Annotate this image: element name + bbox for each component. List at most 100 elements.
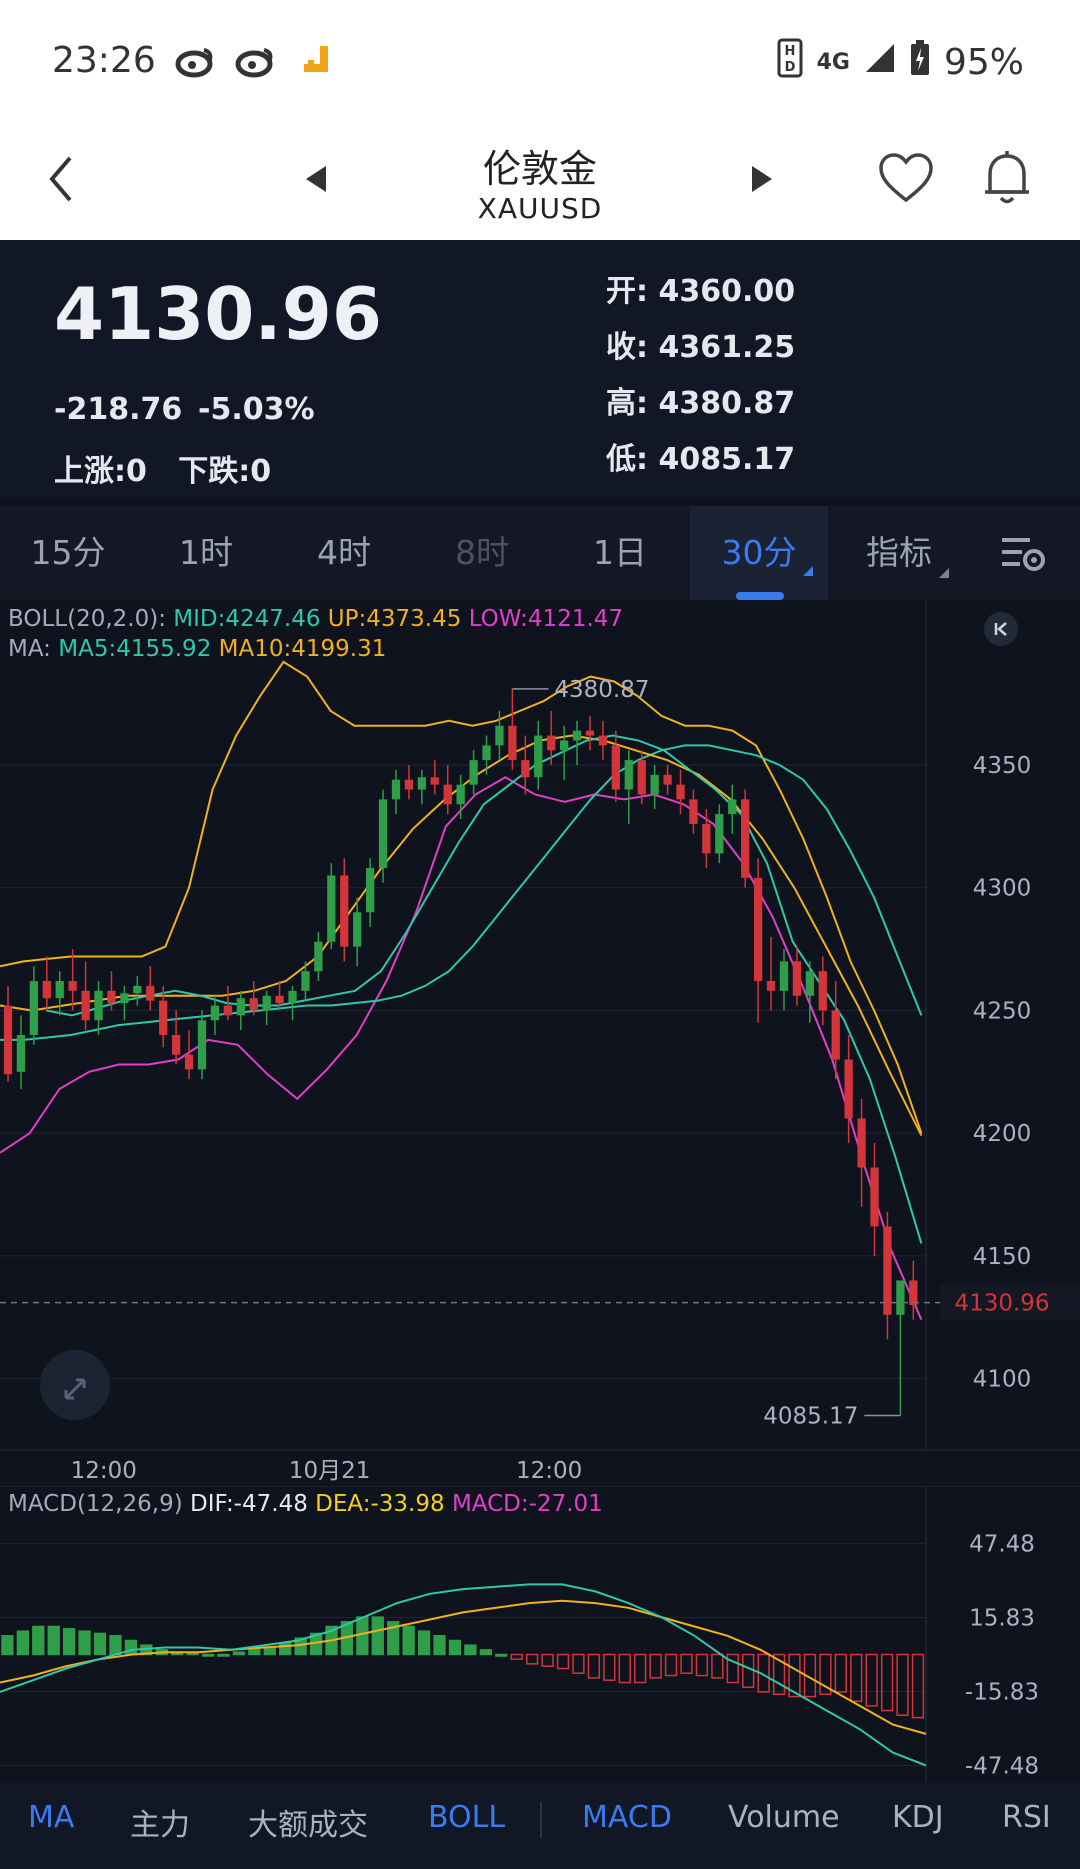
indicator-large-trades[interactable]: 大额成交	[248, 1800, 368, 1844]
macd-legend-macd: MACD:-27.01	[451, 1491, 603, 1517]
candle-body	[210, 1005, 220, 1021]
candle-body	[301, 971, 310, 991]
tab-15m[interactable]: 15分	[8, 506, 128, 600]
candle-body	[637, 760, 646, 795]
macd-histogram-bar	[1, 1635, 14, 1656]
battery-icon	[910, 40, 930, 85]
candle-body	[262, 995, 271, 1011]
weibo-icon	[174, 44, 284, 82]
candle-body	[585, 730, 595, 736]
candle-body	[430, 777, 439, 785]
high-label: 高:	[606, 386, 648, 421]
candle-body	[107, 990, 116, 1004]
candle-body	[327, 875, 336, 942]
tab-30m[interactable]: 30分	[690, 506, 828, 600]
indicator-rsi[interactable]: RSI	[1002, 1800, 1051, 1835]
battery-percent: 95%	[943, 42, 1024, 83]
tab-active-indicator	[736, 592, 784, 600]
macd-y-tick-label: -47.48	[965, 1753, 1039, 1779]
x-tick-label: 12:00	[71, 1458, 137, 1484]
macd-histogram-bar	[371, 1616, 384, 1656]
candle-body	[171, 1035, 181, 1055]
candle-body	[896, 1280, 905, 1315]
low-value: 4085.17	[658, 442, 796, 477]
macd-y-tick-label: 15.83	[969, 1606, 1035, 1632]
status-time: 23:26	[52, 40, 156, 81]
macd-histogram-bar	[78, 1630, 91, 1656]
indicator-macd[interactable]: MACD	[582, 1800, 672, 1835]
candle-body	[16, 1035, 26, 1072]
candle-body	[689, 799, 698, 824]
open-value: 4360.00	[658, 274, 796, 309]
macd-histogram-bar	[16, 1630, 29, 1656]
candle-body	[857, 1118, 866, 1168]
macd-legend: MACD(12,26,9) DIF:-47.48 DEA:-33.98 MACD…	[8, 1491, 603, 1517]
chart-settings-icon[interactable]	[1000, 534, 1048, 578]
macd-histogram-bar	[201, 1653, 215, 1657]
candle-body	[482, 745, 491, 761]
y-tick-label: 4300	[973, 876, 1032, 902]
candle-body	[753, 877, 763, 981]
tab-4h[interactable]: 4时	[284, 506, 404, 600]
candle-body	[741, 799, 750, 878]
current-price-label: 4130.96	[954, 1291, 1049, 1317]
price-change: -218.76	[54, 392, 183, 427]
main-chart[interactable]: 4350 4300 4250 4200 4150 4100 4130.96 4380.87 40…	[0, 600, 1080, 1486]
indicator-main-force[interactable]: 主力	[130, 1800, 190, 1844]
ma-legend-ma5: MA5:4155.92	[58, 636, 212, 662]
tab-1h[interactable]: 1时	[146, 506, 266, 600]
macd-histogram-bar	[62, 1628, 76, 1656]
candle-body	[3, 1005, 13, 1075]
tab-1d[interactable]: 1日	[560, 506, 680, 600]
boll-legend-low: LOW:4121.47	[468, 606, 624, 632]
macd-histogram-bar	[402, 1625, 415, 1656]
candle-body	[844, 1059, 853, 1119]
boll-legend-up: UP:4373.45	[327, 606, 462, 632]
tab-8h[interactable]: 8时	[422, 506, 542, 600]
candle-body	[883, 1226, 892, 1315]
indicator-boll[interactable]: BOLL	[428, 1800, 505, 1835]
macd-histogram-bar	[248, 1649, 261, 1656]
candle-body	[146, 985, 155, 1001]
candle-body	[611, 745, 620, 790]
candle-body	[249, 998, 258, 1011]
indicator-kdj[interactable]: KDJ	[892, 1800, 944, 1835]
x-tick-label: 12:00	[516, 1458, 582, 1484]
alert-bell-button[interactable]	[982, 150, 1032, 210]
x-tick-label: 10月21	[289, 1458, 371, 1484]
y-tick-label: 4100	[973, 1367, 1032, 1393]
network-label: 4G	[816, 50, 850, 75]
candle-body	[94, 990, 103, 1021]
macd-legend-name: MACD(12,26,9)	[8, 1491, 183, 1517]
indicator-ma[interactable]: MA	[28, 1800, 74, 1835]
candle-body	[184, 1054, 194, 1070]
macd-histogram-bar	[464, 1644, 477, 1656]
candle-body	[792, 961, 802, 996]
macd-histogram-bar	[356, 1616, 369, 1656]
ma-legend-ma10: MA10:4199.31	[218, 636, 387, 662]
candle-body	[456, 784, 465, 805]
tab-indicators[interactable]: 指标	[846, 506, 952, 600]
indicator-divider	[540, 1802, 542, 1838]
macd-histogram-bar	[495, 1653, 508, 1657]
candle-body	[909, 1280, 918, 1305]
fullscreen-button[interactable]	[40, 1350, 110, 1420]
candle-body	[223, 1005, 232, 1016]
favorite-button[interactable]	[878, 152, 934, 210]
candle-body	[521, 760, 530, 778]
low-label: 低:	[606, 442, 648, 477]
candle-body	[650, 774, 659, 795]
macd-legend-dea: DEA:-33.98	[315, 1491, 445, 1517]
macd-chart[interactable]: 47.48 15.83 -15.83 -47.48	[0, 1486, 1080, 1782]
candle-body	[29, 981, 39, 1035]
collapse-right-button[interactable]	[984, 612, 1018, 646]
candle-body	[572, 730, 582, 741]
indicator-volume[interactable]: Volume	[728, 1800, 840, 1835]
next-symbol-button[interactable]	[750, 164, 774, 198]
candle-body	[42, 981, 51, 999]
y-tick-label: 4350	[973, 753, 1032, 779]
candle-body	[197, 1020, 207, 1070]
macd-y-tick-label: -15.83	[965, 1679, 1039, 1705]
candle-body	[663, 774, 672, 785]
open-row: 开: 4360.00	[606, 266, 795, 310]
